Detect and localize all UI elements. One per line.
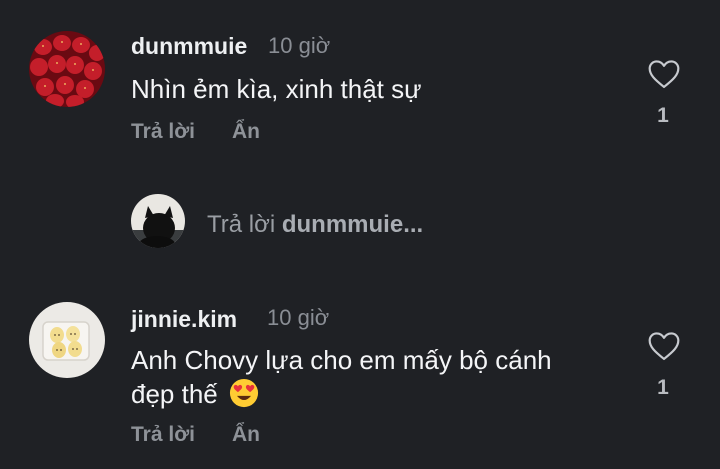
cat-avatar-icon bbox=[131, 194, 185, 248]
comment-text-line: Anh Chovy lựa cho em mấy bộ cánh bbox=[131, 345, 552, 375]
reply-prefix: Trả lời bbox=[207, 211, 276, 238]
heart-icon[interactable] bbox=[647, 331, 681, 361]
comment-timestamp: 10 giờ bbox=[267, 305, 330, 330]
comment-text: Anh Chovy lựa cho em mấy bộ cánh đẹp thế bbox=[131, 343, 611, 411]
comment-text-line: đẹp thế bbox=[131, 377, 611, 411]
like-count: 1 bbox=[657, 376, 669, 399]
comment-item: dunmmuie 10 giờ Nhìn ẻm kìa, xinh thật s… bbox=[0, 0, 720, 170]
strawberries-avatar-icon bbox=[29, 31, 105, 107]
eggs-avatar-icon bbox=[29, 302, 105, 378]
heart-icon[interactable] bbox=[647, 59, 681, 89]
reply-button[interactable]: Trả lời bbox=[131, 120, 195, 144]
reply-target-username: dunmmuie... bbox=[281, 211, 424, 238]
comment-username[interactable]: dunmmuie bbox=[131, 33, 247, 60]
reply-placeholder[interactable]: Trả lời dunmmuie... bbox=[207, 211, 423, 239]
comment-item: jinnie.kim 10 giờ Anh Chovy lựa cho em m… bbox=[0, 290, 720, 469]
avatar[interactable] bbox=[29, 31, 105, 107]
reply-button[interactable]: Trả lời bbox=[131, 423, 195, 447]
hide-button[interactable]: Ẩn bbox=[232, 120, 260, 144]
reply-composer[interactable]: Trả lời dunmmuie... bbox=[0, 190, 720, 260]
comment-timestamp: 10 giờ bbox=[268, 33, 331, 58]
comment-text: Nhìn ẻm kìa, xinh thật sự bbox=[131, 74, 422, 104]
avatar bbox=[131, 194, 185, 248]
like-count: 1 bbox=[657, 104, 669, 127]
comment-text-fragment: đẹp thế bbox=[131, 379, 218, 409]
hide-button[interactable]: Ẩn bbox=[232, 423, 260, 447]
comment-username[interactable]: jinnie.kim bbox=[131, 306, 237, 333]
heart-eyes-emoji-icon bbox=[229, 378, 259, 408]
avatar[interactable] bbox=[29, 302, 105, 378]
